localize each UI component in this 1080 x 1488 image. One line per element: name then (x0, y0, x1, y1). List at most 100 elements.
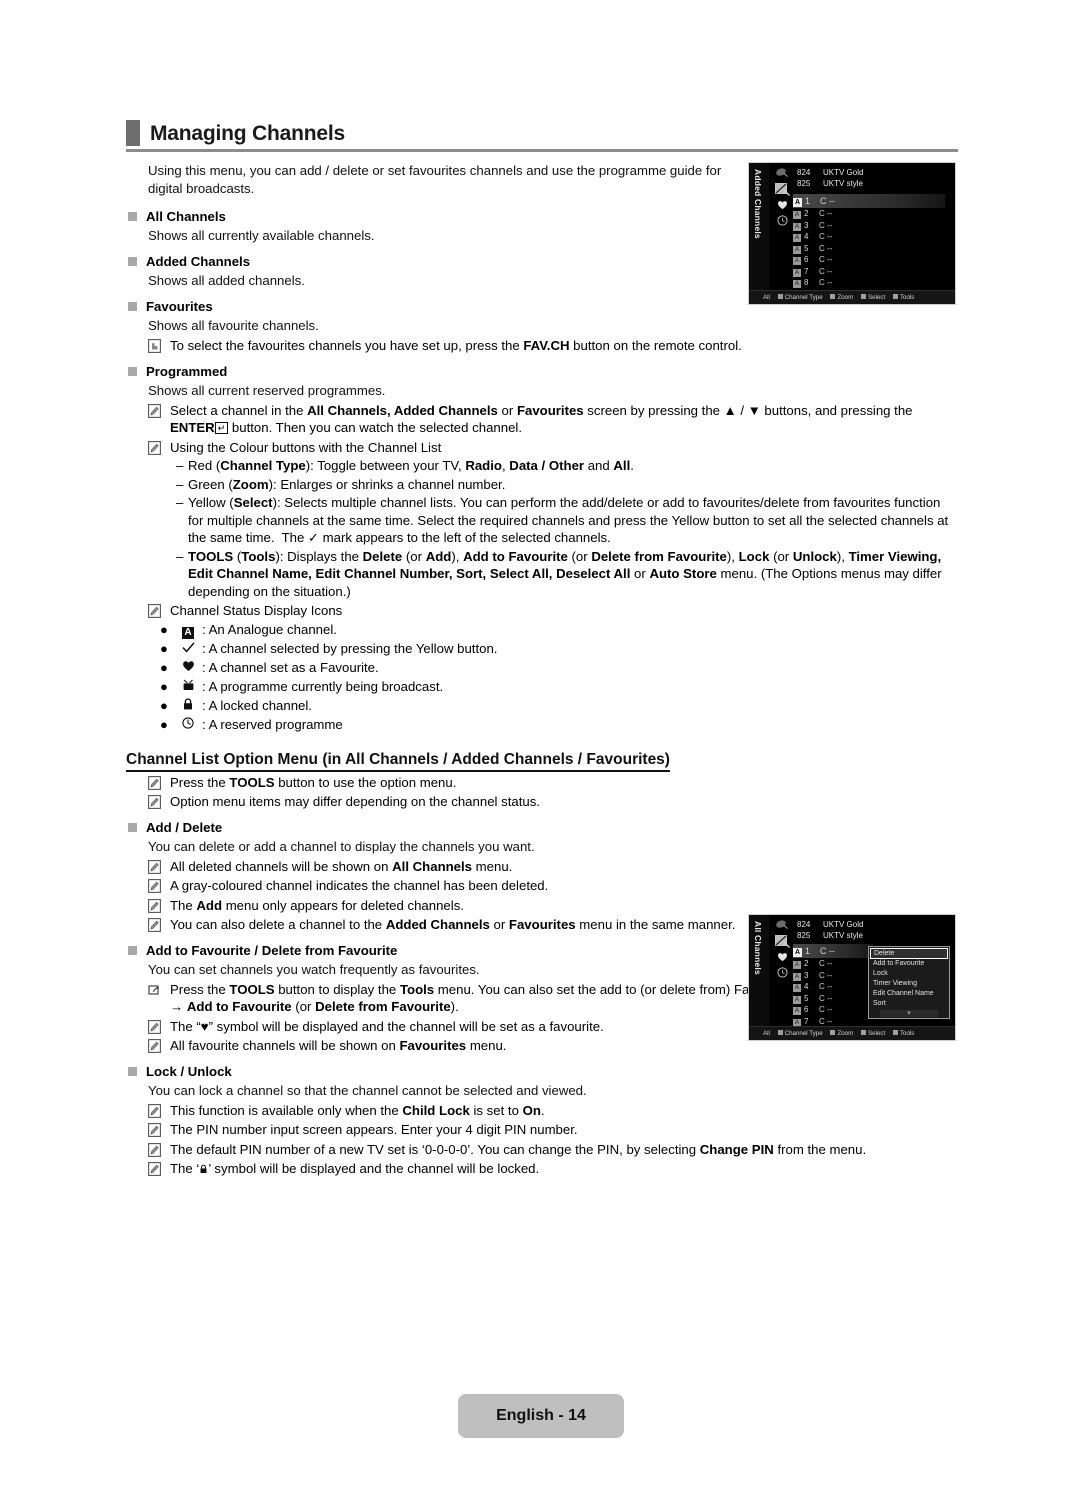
tv-channel-number: 7 (804, 266, 809, 276)
satellite-icon (771, 919, 793, 934)
section-label: Favourites (146, 299, 213, 314)
note-option-menu-differ: Option menu items may differ depending o… (148, 793, 958, 811)
pencil-note-icon (148, 1162, 161, 1176)
dash-marker: – (176, 495, 184, 510)
pencil-note-icon (148, 918, 161, 932)
colour-button-yellow: – Yellow (Select): Selects multiple chan… (148, 494, 958, 547)
note-lock-2: The PIN number input screen appears. Ent… (148, 1121, 958, 1139)
tv-channel-row[interactable]: A4 C -- (793, 231, 945, 243)
tv-sidebar-label: Added Channels (753, 169, 763, 239)
analogue-channel-icon: A (793, 961, 801, 969)
tv-channel-row[interactable]: A3 C -- (793, 970, 873, 982)
tv-channel-row[interactable]: A6 C -- (793, 254, 945, 266)
tv-channel-label: C -- (819, 243, 833, 253)
tv-icon-column (771, 919, 793, 982)
tv-channel-name: UKTV Gold (823, 920, 864, 929)
page-title-block: Managing Channels (126, 120, 958, 152)
analogue-channel-icon: A (793, 1007, 801, 1015)
tv-channel-row[interactable]: A2 C -- (793, 958, 873, 970)
tv-channel-number: 4 (804, 232, 809, 241)
tv-menu-item-delete[interactable]: Delete (870, 948, 948, 959)
tv-bottom-select[interactable]: Select (861, 1027, 885, 1040)
pencil-note-icon (148, 440, 161, 455)
tv-bottom-all[interactable]: All (763, 1027, 770, 1040)
section-label: Lock / Unlock (146, 1063, 232, 1079)
pencil-note-icon (148, 1103, 161, 1118)
note-colour-buttons: Using the Colour buttons with the Channe… (148, 439, 958, 457)
note-text: A gray-coloured channel indicates the ch… (170, 878, 549, 893)
tv-bottom-tools[interactable]: Tools (892, 291, 914, 304)
section-heading-option-menu: Channel List Option Menu (in All Channel… (126, 751, 670, 772)
tv-channel-row-selected[interactable]: A1 C -- (793, 194, 945, 208)
tv-bottom-all[interactable]: All (763, 291, 770, 304)
tv-menu-item-add-to-favourite[interactable]: Add to Favourite (870, 959, 948, 969)
tv-menu-item-lock[interactable]: Lock (870, 969, 948, 979)
tv-top-row: 824 UKTV Gold (797, 167, 863, 178)
note-text: The Add menu only appears for deleted ch… (170, 897, 464, 913)
tv-channel-number: 8 (804, 278, 809, 287)
tv-channel-number: 824 (797, 168, 811, 177)
tv-bottom-bar: All Channel Type Zoom Select Tools (749, 290, 955, 304)
tv-menu-item-timer-viewing[interactable]: Timer Viewing (870, 979, 948, 989)
tv-channel-number: 6 (804, 255, 809, 264)
dash-text: TOOLS (Tools): Displays the Delete (or A… (188, 548, 942, 599)
bullet-text: : A channel selected by pressing the Yel… (202, 640, 498, 656)
section-label: Add to Favourite / Delete from Favourite (146, 942, 398, 958)
tv-channel-row[interactable]: A7 C -- (793, 266, 945, 278)
tv-top-rows: 824 UKTV Gold 825 UKTV style (797, 919, 863, 941)
analogue-channel-icon: A (793, 257, 801, 265)
tv-channel-row[interactable]: A6 C -- (793, 1004, 873, 1016)
analogue-channel-icon: A (793, 995, 801, 1004)
status-icon-selected: ● : A channel selected by pressing the Y… (148, 640, 958, 658)
square-bullet-icon (128, 945, 137, 955)
tv-bottom-channel-type[interactable]: Channel Type (777, 291, 823, 304)
square-bullet-icon (128, 302, 137, 311)
green-chip-icon (830, 294, 836, 299)
tv-menu-item-edit-channel-name[interactable]: Edit Channel Name (870, 989, 948, 999)
bullet-dot: ● (160, 621, 168, 637)
lock-icon (199, 1161, 208, 1176)
chevron-down-icon[interactable]: ▾ (880, 1010, 938, 1017)
note-lock-3: The default PIN number of a new TV set i… (148, 1141, 958, 1159)
tv-channel-row[interactable]: A8 C -- (793, 277, 945, 289)
tools-chip-icon (892, 294, 898, 299)
tv-broadcast-icon (182, 678, 202, 696)
tv-channel-row-selected[interactable]: A1 C -- (793, 944, 873, 958)
analogue-channel-icon: A (793, 234, 801, 242)
tv-channel-row[interactable]: A5 C -- (793, 243, 945, 255)
tv-channel-row[interactable]: A5 C -- (793, 993, 873, 1005)
analogue-channel-icon: A (793, 948, 802, 957)
tv-channel-row[interactable]: A2 C -- (793, 208, 945, 220)
tv-channel-number: 825 (797, 931, 811, 940)
section-desc-lock-unlock: You can lock a channel so that the chann… (148, 1082, 587, 1098)
tv-bottom-zoom[interactable]: Zoom (830, 1027, 853, 1040)
tv-channel-number: 824 (797, 920, 811, 929)
dash-text: Green (Zoom): Enlarges or shrinks a chan… (188, 476, 506, 492)
tv-channel-label: C -- (819, 278, 833, 287)
analogue-channel-icon: A (793, 984, 801, 992)
section-label: Programmed (146, 363, 228, 379)
tv-bottom-zoom[interactable]: Zoom (830, 291, 853, 304)
note-add-delete-2: A gray-coloured channel indicates the ch… (148, 877, 958, 895)
tv-channel-label: C -- (819, 993, 833, 1003)
tv-top-row: 825 UKTV style (797, 930, 863, 941)
satellite-icon (771, 167, 793, 182)
tv-channel-row[interactable]: A4 C -- (793, 981, 873, 993)
note-text: The default PIN number of a new TV set i… (170, 1141, 867, 1157)
tv-channel-label: C -- (819, 209, 833, 218)
tv-sidebar: All Channels (749, 915, 769, 1040)
pencil-note-icon (148, 604, 161, 618)
tv-top-row: 825 UKTV style (797, 178, 863, 189)
tv-menu-item-sort[interactable]: Sort (870, 999, 948, 1009)
tv-bottom-channel-type[interactable]: Channel Type (777, 1027, 823, 1040)
tv-channel-row[interactable]: A3 C -- (793, 220, 945, 232)
lock-icon (182, 697, 202, 715)
dash-marker: – (176, 458, 184, 473)
tv-bottom-tools[interactable]: Tools (892, 1027, 914, 1040)
analogue-channel-icon: A (793, 972, 801, 981)
tv-bottom-select[interactable]: Select (861, 291, 885, 304)
note-favourites-favch: To select the favourites channels you ha… (148, 337, 958, 355)
square-bullet-icon (128, 1066, 137, 1076)
tv-channel-name: UKTV style (823, 179, 864, 188)
note-text: Channel Status Display Icons (170, 603, 343, 618)
